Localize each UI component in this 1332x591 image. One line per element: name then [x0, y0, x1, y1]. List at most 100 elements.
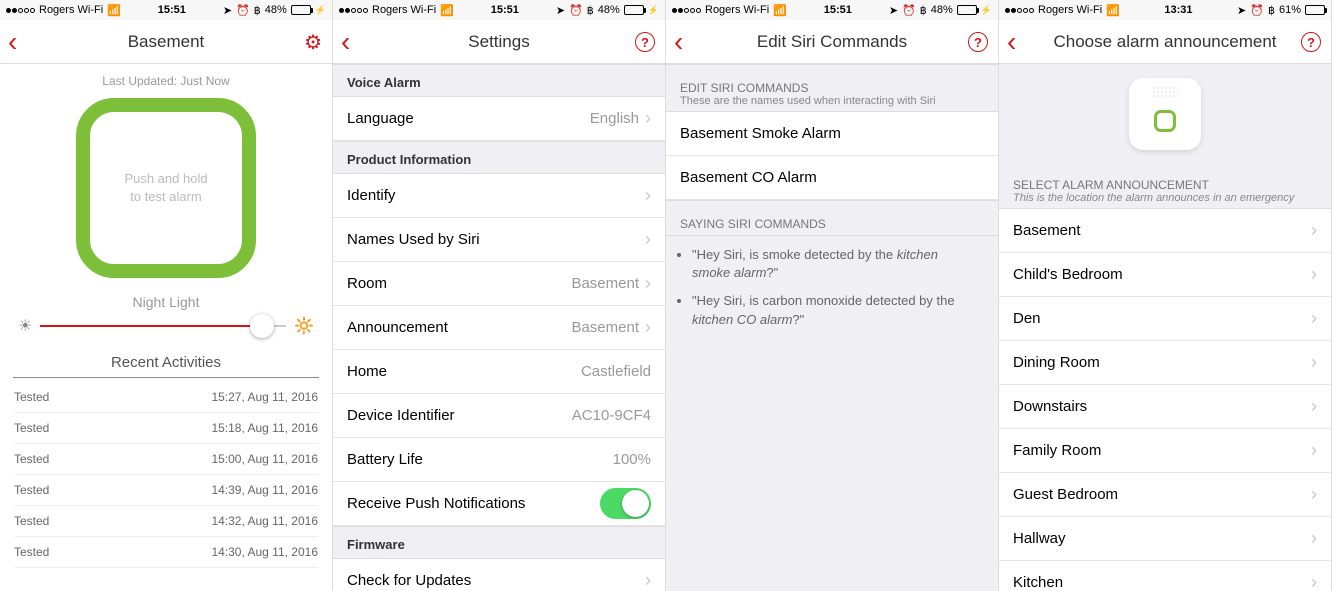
row-check-updates[interactable]: Check for Updates ›	[333, 559, 665, 591]
chevron-right-icon: ›	[1311, 352, 1317, 373]
battery-icon	[291, 5, 311, 15]
row-label: Basement	[1013, 222, 1081, 239]
section-caps: SELECT ALARM ANNOUNCEMENT	[1013, 178, 1317, 192]
row-label: Device Identifier	[347, 407, 455, 424]
row-label: Home	[347, 363, 387, 380]
row-label: Kitchen	[1013, 574, 1063, 591]
charging-icon: ⚡	[315, 5, 326, 16]
row-label: Child's Bedroom	[1013, 266, 1123, 283]
speaker-grille-icon	[1152, 86, 1178, 98]
activity-time: 14:39, Aug 11, 2016	[211, 483, 318, 497]
brightness-low-icon: ☀	[18, 316, 32, 336]
device-ring-icon	[1154, 110, 1176, 132]
row-room[interactable]: Room Basement›	[333, 262, 665, 306]
chevron-left-icon: ‹	[341, 28, 350, 56]
push-toggle[interactable]	[600, 488, 651, 519]
row-value: Castlefield	[581, 363, 651, 380]
row-names-siri[interactable]: Names Used by Siri ›	[333, 218, 665, 262]
status-time: 15:51	[158, 4, 186, 16]
siri-command-row[interactable]: Basement Smoke Alarm	[666, 112, 998, 156]
row-label: Hallway	[1013, 530, 1066, 547]
room-row[interactable]: Kitchen ›	[999, 561, 1331, 591]
back-button[interactable]: ‹	[8, 20, 17, 64]
chevron-right-icon: ›	[645, 108, 651, 129]
chevron-right-icon: ›	[1311, 572, 1317, 591]
location-icon: ➤	[556, 4, 565, 17]
row-announcement[interactable]: Announcement Basement›	[333, 306, 665, 350]
gear-icon: ⚙	[304, 30, 322, 55]
room-row[interactable]: Basement›	[999, 209, 1331, 253]
chevron-left-icon: ‹	[674, 28, 683, 56]
room-row[interactable]: Hallway ›	[999, 517, 1331, 561]
help-button[interactable]: ?	[635, 20, 655, 64]
row-label: Room	[347, 275, 387, 292]
charging-icon: ⚡	[648, 5, 659, 16]
room-row[interactable]: Den›	[999, 297, 1331, 341]
bluetooth-icon: ฿	[920, 4, 927, 17]
room-row[interactable]: Guest Bedroom›	[999, 473, 1331, 517]
chevron-right-icon: ›	[1311, 484, 1317, 505]
room-row[interactable]: Dining Room›	[999, 341, 1331, 385]
siri-command-row[interactable]: Basement CO Alarm	[666, 156, 998, 200]
page-title: Settings	[468, 32, 529, 52]
siri-example: "Hey Siri, is carbon monoxide detected b…	[692, 292, 976, 328]
signal-dots-icon	[339, 8, 368, 13]
chevron-right-icon: ›	[645, 229, 651, 250]
row-label: Names Used by Siri	[347, 231, 480, 248]
room-row[interactable]: Downstairs›	[999, 385, 1331, 429]
battery-percent: 48%	[931, 4, 953, 16]
chevron-right-icon: ›	[1311, 528, 1317, 549]
row-device-id: Device Identifier AC10-9CF4	[333, 394, 665, 438]
screen-choose-announcement: Rogers Wi-Fi 📶 13:31 ➤ ⏰ ฿ 61% ‹ Choose …	[999, 0, 1332, 591]
status-time: 13:31	[1164, 4, 1192, 16]
status-bar: Rogers Wi-Fi 📶 15:51 ➤ ⏰ ฿ 48% ⚡	[666, 0, 998, 20]
battery-icon	[957, 5, 977, 15]
siri-items: Basement Smoke Alarm Basement CO Alarm	[666, 112, 998, 200]
carrier-label: Rogers Wi-Fi	[372, 4, 436, 16]
back-button[interactable]: ‹	[1007, 20, 1016, 64]
page-title: Choose alarm announcement	[1053, 32, 1276, 52]
help-button[interactable]: ?	[1301, 20, 1321, 64]
section-firmware: Firmware	[333, 526, 665, 559]
help-button[interactable]: ?	[968, 20, 988, 64]
bluetooth-icon: ฿	[1268, 4, 1275, 17]
row-label: Den	[1013, 310, 1041, 327]
signal-dots-icon	[6, 8, 35, 13]
activity-label: Tested	[14, 390, 49, 404]
activity-row: Tested15:27, Aug 11, 2016	[14, 382, 318, 413]
alarm-clock-icon: ⏰	[1250, 4, 1264, 17]
row-label: Family Room	[1013, 442, 1101, 459]
activity-time: 15:00, Aug 11, 2016	[211, 452, 318, 466]
battery-icon	[624, 5, 644, 15]
wifi-icon: 📶	[773, 4, 787, 17]
row-identify[interactable]: Identify ›	[333, 174, 665, 218]
activity-label: Tested	[14, 514, 49, 528]
row-language[interactable]: Language English›	[333, 97, 665, 141]
wifi-icon: 📶	[107, 4, 121, 17]
nav-bar: ‹ Choose alarm announcement ?	[999, 20, 1331, 64]
location-icon: ➤	[1237, 4, 1246, 17]
chevron-right-icon: ›	[645, 273, 651, 294]
activity-row: Tested14:32, Aug 11, 2016	[14, 506, 318, 537]
signal-dots-icon	[672, 8, 701, 13]
nav-bar: ‹ Settings ?	[333, 20, 665, 64]
settings-button[interactable]: ⚙	[304, 20, 322, 64]
back-button[interactable]: ‹	[674, 20, 683, 64]
room-row[interactable]: Child's Bedroom›	[999, 253, 1331, 297]
slider-thumb[interactable]	[250, 314, 274, 338]
row-label: Receive Push Notifications	[347, 495, 525, 512]
chevron-right-icon: ›	[645, 570, 651, 591]
signal-dots-icon	[1005, 8, 1034, 13]
wifi-icon: 📶	[1106, 4, 1120, 17]
battery-percent: 61%	[1279, 4, 1301, 16]
test-alarm-button[interactable]: Push and hold to test alarm	[76, 98, 256, 278]
night-light-slider[interactable]	[40, 325, 286, 327]
row-battery-life: Battery Life 100%	[333, 438, 665, 482]
activity-label: Tested	[14, 421, 49, 435]
room-row[interactable]: Family Room›	[999, 429, 1331, 473]
back-button[interactable]: ‹	[341, 20, 350, 64]
activity-time: 15:18, Aug 11, 2016	[211, 421, 318, 435]
row-label: Basement Smoke Alarm	[680, 125, 841, 142]
screen-basement: Rogers Wi-Fi 📶 15:51 ➤ ⏰ ฿ 48% ⚡ ‹ Basem…	[0, 0, 333, 591]
brightness-high-icon: 🔆	[294, 316, 314, 336]
